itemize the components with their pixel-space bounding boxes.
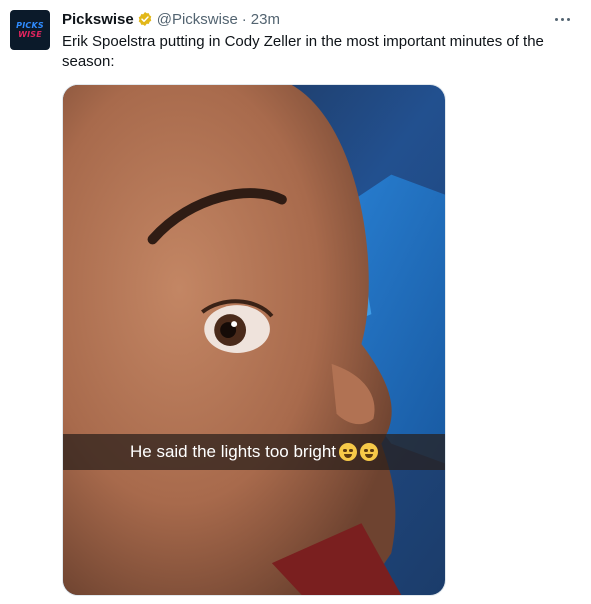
image-caption-bar: He said the lights too bright — [63, 434, 445, 470]
author-handle[interactable]: @Pickswise — [157, 11, 238, 28]
tweet-media-image[interactable]: He said the lights too bright — [62, 84, 446, 596]
tweet-text: Erik Spoelstra putting in Cody Zeller in… — [62, 33, 544, 70]
photo-illustration — [63, 85, 445, 595]
crying-laughing-emoji-icon — [360, 443, 378, 461]
tweet-card[interactable]: PICKS WISE Pickswise @Pickswise · 23m Er… — [0, 0, 591, 604]
avatar-text-bottom: WISE — [18, 30, 42, 39]
crying-laughing-emoji-icon — [339, 443, 357, 461]
avatar-text-top: PICKS — [16, 21, 44, 30]
avatar[interactable]: PICKS WISE — [10, 10, 50, 50]
author-name[interactable]: Pickswise — [62, 11, 134, 28]
tweet-header: Pickswise @Pickswise · 23m — [62, 9, 280, 29]
image-caption-text: He said the lights too bright — [129, 442, 336, 461]
tweet-timestamp[interactable]: 23m — [251, 11, 280, 28]
more-icon[interactable] — [552, 9, 572, 29]
verified-badge-icon[interactable] — [137, 11, 153, 27]
header-separator: · — [241, 10, 247, 28]
